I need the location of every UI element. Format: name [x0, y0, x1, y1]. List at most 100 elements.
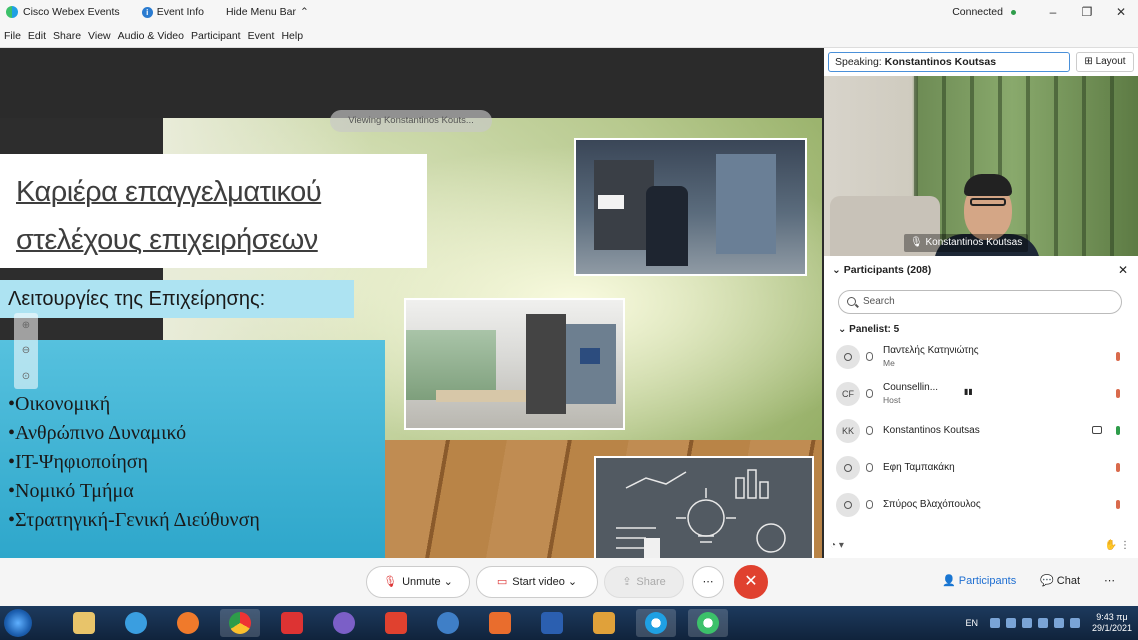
- slide-bullet-list: •Οικονομική •Ανθρώπινο Δυναμικό •IT-Ψηφι…: [8, 390, 260, 535]
- list-item[interactable]: Σπύρος Βλαχόπουλος: [834, 486, 1134, 523]
- clock-date: 29/1/2021: [1091, 623, 1132, 633]
- system-tray: EN 9:43 πμ 29/1/2021: [965, 606, 1132, 640]
- player-app[interactable]: [584, 609, 624, 637]
- slide-bullet: •Στρατηγική-Γενική Διεύθυνση: [8, 509, 260, 531]
- more-options-button[interactable]: ⋯: [692, 566, 724, 598]
- slide-bullet-box: •Οικονομική •Ανθρώπινο Δυναμικό •IT-Ψηφι…: [0, 340, 385, 580]
- zoom-in-icon[interactable]: ⊕: [22, 320, 30, 331]
- close-icon[interactable]: ✕: [1118, 260, 1128, 280]
- chevron-down-icon: ⌄: [838, 324, 847, 335]
- panelist-list: Παντελής Κατηνιώτης Me CF Counsellin... …: [834, 338, 1134, 523]
- participant-name: Σπύρος Βλαχόπουλος: [883, 498, 981, 510]
- menu-edit[interactable]: Edit: [28, 30, 46, 42]
- participants-panel-button[interactable]: 👤 Participants: [942, 574, 1016, 587]
- unmute-button[interactable]: 🎙 Unmute ⌄: [366, 566, 470, 598]
- menu-file[interactable]: File: [4, 30, 21, 42]
- person-icon: [844, 352, 852, 361]
- avatar: KK: [836, 418, 860, 443]
- ie-app[interactable]: [116, 609, 156, 637]
- network-icon[interactable]: [1069, 618, 1080, 628]
- list-item[interactable]: Εφη Ταμπακάκη: [834, 449, 1134, 486]
- participants-header[interactable]: ⌄ Participants (208) ✕: [824, 260, 1138, 280]
- list-item[interactable]: Παντελής Κατηνιώτης Me: [834, 338, 1134, 375]
- event-info-button[interactable]: i Event Info: [141, 6, 204, 18]
- list-item[interactable]: KK Konstantinos Koutsas: [834, 412, 1134, 449]
- panel-more-button[interactable]: ⋯: [1104, 574, 1115, 587]
- meeting-controls: 🎙 Unmute ⌄ ▭ Start video ⌄ ⇪ Share ⋯ ✕ 👤 Pa…: [0, 558, 1138, 606]
- webex-logo-icon: [6, 6, 18, 18]
- panel-actions-icon[interactable]: ✋ ⋮: [1105, 540, 1130, 551]
- system-clock[interactable]: 9:43 πμ 29/1/2021: [1092, 612, 1132, 634]
- video-off-icon: ▭: [496, 576, 508, 588]
- people-icon: 👤: [942, 575, 956, 587]
- layout-button[interactable]: ⊞ Layout: [1076, 52, 1134, 72]
- search-placeholder: Search: [863, 296, 895, 307]
- speaker-video[interactable]: [824, 76, 1138, 256]
- hide-menu-bar-button[interactable]: Hide Menu Bar ⌃: [226, 6, 309, 18]
- avatar: [836, 492, 860, 517]
- muted-mic-icon[interactable]: [1116, 389, 1120, 398]
- zoom-out-icon[interactable]: ⊖: [22, 345, 30, 356]
- muted-mic-icon[interactable]: [1116, 352, 1120, 361]
- earth-app[interactable]: [428, 609, 468, 637]
- participant-name: Παντελής Κατηνιώτης: [883, 344, 979, 356]
- windows-taskbar: EN 9:43 πμ 29/1/2021: [0, 606, 1138, 640]
- zoom-fit-icon[interactable]: ⊙: [22, 371, 30, 382]
- start-button[interactable]: [4, 609, 32, 637]
- leave-meeting-button[interactable]: ✕: [734, 565, 768, 599]
- menu-bar: File Edit Share View Audio & Video Parti…: [0, 24, 1138, 48]
- volume-icon[interactable]: [1053, 618, 1064, 628]
- tray-icon[interactable]: [1021, 618, 1032, 628]
- slide-bullet: •Νομικό Τμήμα: [8, 480, 134, 502]
- close-window-button[interactable]: ✕: [1104, 5, 1138, 19]
- participant-role: Me: [883, 357, 895, 368]
- layout-icon: ⊞: [1084, 56, 1093, 67]
- speaking-name: Konstantinos Koutsas: [884, 56, 997, 68]
- language-indicator[interactable]: EN: [965, 618, 978, 628]
- chat-icon: 💬: [1040, 575, 1054, 587]
- camera-icon[interactable]: [1092, 426, 1102, 434]
- webex-events-app[interactable]: [688, 609, 728, 637]
- viber-app[interactable]: [324, 609, 364, 637]
- signal-bars-icon: ▮▮: [964, 387, 973, 396]
- tray-icon[interactable]: [1005, 618, 1016, 628]
- hide-menu-label: Hide Menu Bar: [225, 6, 297, 18]
- maximize-button[interactable]: ❐: [1070, 5, 1104, 19]
- share-button[interactable]: ⇪ Share: [604, 566, 684, 598]
- panel-options-icon[interactable]: ◔ ▾: [830, 540, 844, 551]
- participants-title: Participants (208): [843, 264, 932, 276]
- active-mic-icon[interactable]: [1116, 426, 1120, 435]
- tray-icon[interactable]: [989, 618, 1000, 628]
- tray-icon[interactable]: [1037, 618, 1048, 628]
- participant-name: Counsellin...: [883, 381, 939, 393]
- participant-name: Εφη Ταμπακάκη: [883, 461, 955, 473]
- panelist-group-header[interactable]: ⌄ Panelist: 5: [838, 324, 899, 335]
- menu-participant[interactable]: Participant: [191, 30, 241, 42]
- menu-audio-video[interactable]: Audio & Video: [118, 30, 184, 42]
- chrome-app[interactable]: [220, 609, 260, 637]
- menu-help[interactable]: Help: [281, 30, 303, 42]
- presentation-slide: Καριέρα επαγγελματικού στελέχους επιχειρ…: [0, 118, 822, 581]
- media-app[interactable]: [272, 609, 312, 637]
- word-app[interactable]: [532, 609, 572, 637]
- muted-mic-icon[interactable]: [1116, 463, 1120, 472]
- viewing-indicator[interactable]: Viewing Konstantinos Kouts...: [330, 110, 492, 132]
- layout-label: Layout: [1095, 56, 1126, 67]
- firefox-app[interactable]: [168, 609, 208, 637]
- menu-event[interactable]: Event: [248, 30, 275, 42]
- slide-title-line-1: Καριέρα επαγγελματικού: [16, 176, 322, 208]
- title-bar: Cisco Webex Events i Event Info Hide Men…: [0, 0, 1138, 24]
- menu-view[interactable]: View: [88, 30, 111, 42]
- start-video-button[interactable]: ▭ Start video ⌄: [476, 566, 598, 598]
- list-item[interactable]: CF Counsellin... Host ▮▮: [834, 375, 1134, 412]
- office-app[interactable]: [480, 609, 520, 637]
- webex-app[interactable]: [636, 609, 676, 637]
- minimize-button[interactable]: –: [1036, 5, 1070, 19]
- download-app[interactable]: [376, 609, 416, 637]
- mic-icon: [866, 500, 873, 509]
- muted-mic-icon[interactable]: [1116, 500, 1120, 509]
- menu-share[interactable]: Share: [53, 30, 81, 42]
- participant-search-input[interactable]: Search: [838, 290, 1122, 314]
- chat-panel-button[interactable]: 💬 Chat: [1040, 574, 1080, 587]
- explorer-app[interactable]: [64, 609, 104, 637]
